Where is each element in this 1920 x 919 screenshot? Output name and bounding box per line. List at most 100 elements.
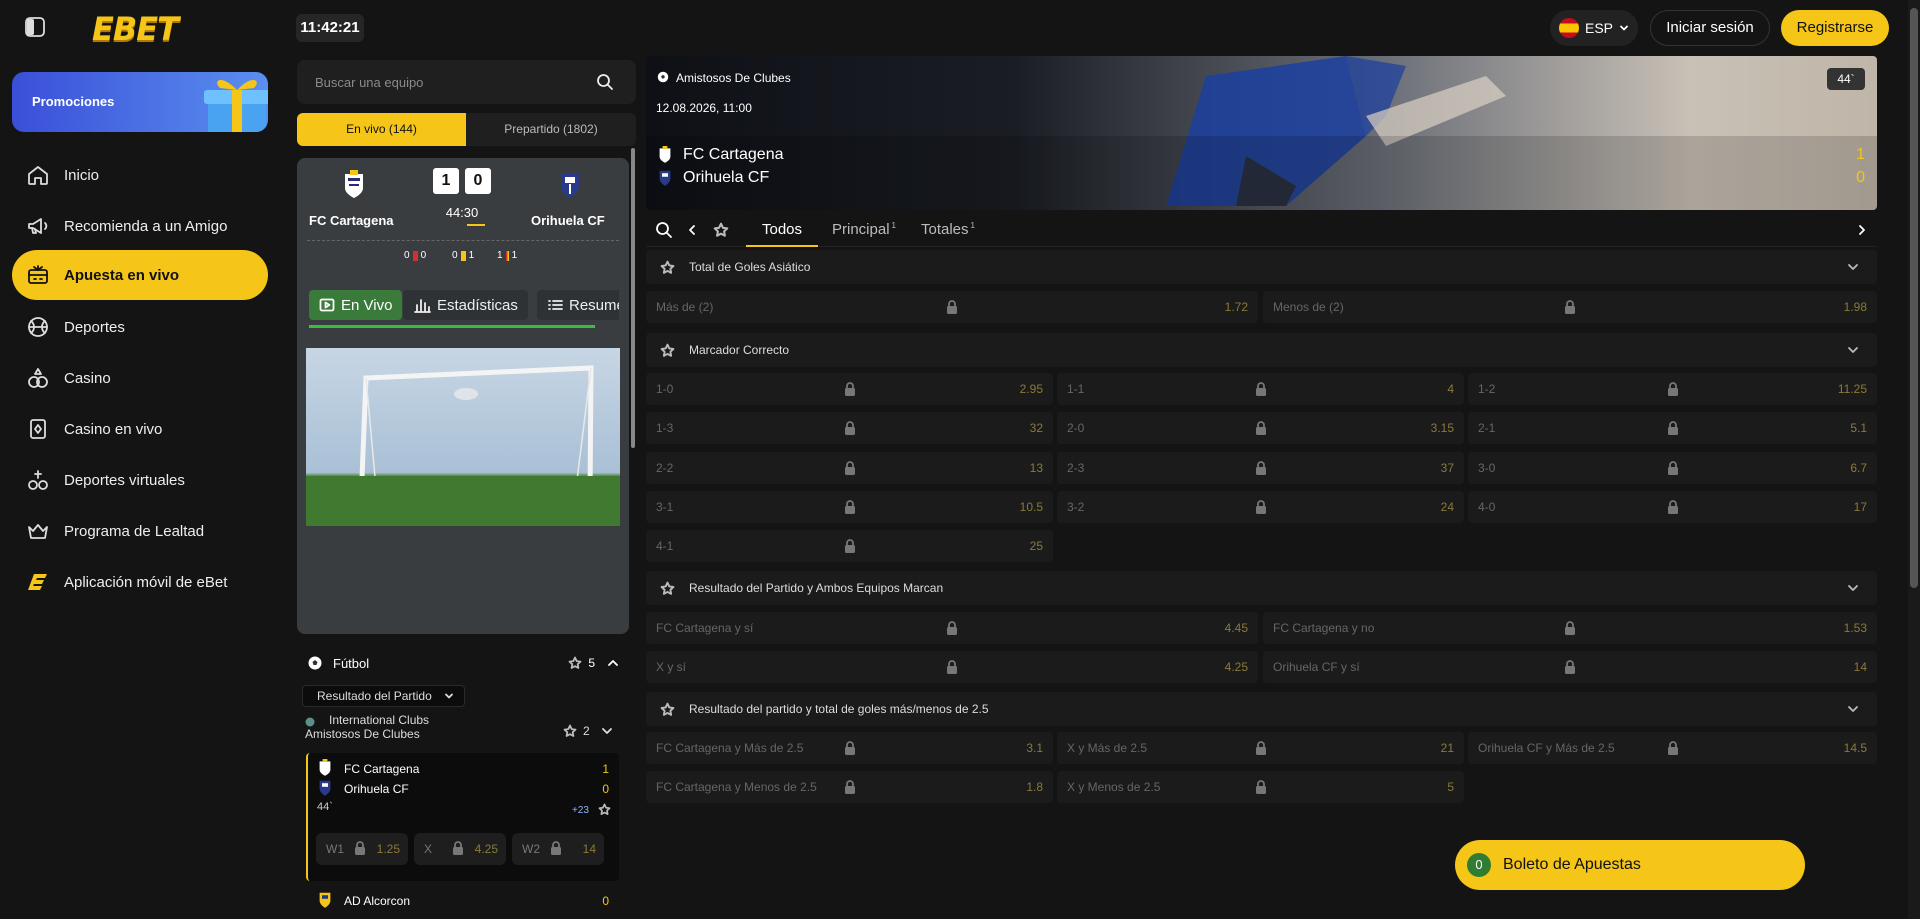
more-markets-count[interactable]: +23: [572, 805, 589, 816]
star-icon[interactable]: [660, 343, 675, 358]
register-button[interactable]: Registrarse: [1781, 10, 1889, 46]
sport-header-futbol[interactable]: Fútbol 5: [297, 648, 629, 678]
market-dropdown[interactable]: Resultado del Partido: [302, 685, 465, 707]
odd-button-x[interactable]: X 4.25: [414, 833, 506, 865]
odd-button-w2[interactable]: W2 14: [512, 833, 604, 865]
search-icon[interactable]: [596, 73, 614, 91]
language-label: ESP: [1584, 20, 1613, 36]
odd-cell[interactable]: X y Más de 2.5 21: [1057, 732, 1464, 764]
odd-label: FC Cartagena y Más de 2.5: [656, 741, 804, 755]
odd-cell[interactable]: 2-0 3.15: [1057, 412, 1464, 444]
ebet-logo[interactable]: EBET: [92, 10, 179, 48]
away-yellow: 1: [468, 250, 475, 261]
event-card[interactable]: FC Cartagena 1 Orihuela CF 0 44` +23 W1 …: [306, 753, 619, 881]
spain-flag-icon: [1558, 18, 1579, 38]
football-player-graphic: [646, 56, 1877, 210]
tab-todos[interactable]: Todos: [746, 221, 819, 247]
odd-cell[interactable]: 4-1 25: [646, 530, 1053, 562]
odd-cell[interactable]: Orihuela CF y sí 14: [1263, 651, 1877, 683]
odd-label: X y Menos de 2.5: [1067, 780, 1161, 794]
market-header-total-goles-asiatico[interactable]: Total de Goles Asiático: [646, 250, 1877, 284]
star-icon[interactable]: [660, 260, 675, 275]
odd-cell[interactable]: 2-1 5.1: [1468, 412, 1877, 444]
odd-cell[interactable]: FC Cartagena y Menos de 2.5 1.8: [646, 771, 1053, 803]
sidebar-item-casino-en-vivo[interactable]: Casino en vivo: [12, 404, 268, 454]
odd-cell[interactable]: 4-0 17: [1468, 491, 1877, 523]
betslip-button[interactable]: 0 Boleto de Apuestas: [1455, 840, 1805, 890]
next-event-row[interactable]: AD Alcorcon 0: [306, 888, 619, 912]
tab-estadisticas[interactable]: Estadísticas: [403, 290, 528, 320]
chevron-down-icon: [1848, 264, 1858, 270]
sidebar-item-deportes[interactable]: Deportes: [12, 302, 268, 352]
ad-alcorcon-crest-icon: [319, 892, 331, 908]
star-icon[interactable]: [713, 222, 729, 238]
tab-totales[interactable]: Totales 1: [921, 221, 975, 238]
odd-cell[interactable]: 3-2 24: [1057, 491, 1464, 523]
odd-value: 5.1: [1850, 421, 1867, 435]
odd-cell[interactable]: 1-0 2.95: [646, 373, 1053, 405]
odd-cell[interactable]: 1-1 4: [1057, 373, 1464, 405]
star-icon[interactable]: [660, 702, 675, 717]
search-icon[interactable]: [655, 221, 673, 239]
promotions-banner[interactable]: Promociones: [12, 72, 268, 132]
page-scrollbar[interactable]: [1908, 0, 1920, 919]
sidebar-item-deportes-virtuales[interactable]: Deportes virtuales: [12, 455, 268, 505]
lock-icon: [1253, 460, 1269, 476]
sidebar-item-recomienda[interactable]: Recomienda a un Amigo: [12, 201, 268, 251]
page-scrollbar-thumb[interactable]: [1910, 8, 1918, 588]
odd-cell[interactable]: Menos de (2) 1.98: [1263, 291, 1877, 323]
odd-cell[interactable]: X y sí 4.25: [646, 651, 1258, 683]
odd-cell[interactable]: 2-2 13: [646, 452, 1053, 484]
odd-label: 4-1: [656, 539, 674, 553]
star-icon[interactable]: [563, 724, 577, 738]
odd-cell[interactable]: X y Menos de 2.5 5: [1057, 771, 1464, 803]
card-scrollbar[interactable]: [631, 148, 635, 448]
live-match-view[interactable]: [306, 348, 620, 526]
odd-cell[interactable]: FC Cartagena y Más de 2.5 3.1: [646, 732, 1053, 764]
login-button[interactable]: Iniciar sesión: [1650, 10, 1770, 46]
odd-cell[interactable]: 2-3 37: [1057, 452, 1464, 484]
chevron-left-icon[interactable]: [686, 224, 698, 236]
odd-cell[interactable]: FC Cartagena y sí 4.45: [646, 612, 1258, 644]
odd-cell[interactable]: 3-1 10.5: [646, 491, 1053, 523]
tab-live[interactable]: En vivo (144): [297, 113, 466, 146]
odd-cell[interactable]: Más de (2) 1.72: [646, 291, 1258, 323]
tab-principal[interactable]: Principal 1: [832, 221, 896, 238]
star-icon[interactable]: [598, 803, 611, 816]
tab-live-count: (144): [388, 122, 417, 136]
sidebar-item-inicio[interactable]: Inicio: [12, 150, 268, 200]
chevron-right-icon[interactable]: [1856, 224, 1868, 236]
sidebar-item-aplicacion-movil[interactable]: Aplicación móvil de eBet: [12, 557, 268, 607]
market-header-resultado-ambos-marcan[interactable]: Resultado del Partido y Ambos Equipos Ma…: [646, 571, 1877, 605]
odd-cell[interactable]: 3-0 6.7: [1468, 452, 1877, 484]
chevron-down-icon[interactable]: [601, 725, 613, 737]
odd-cell[interactable]: FC Cartagena y no 1.53: [1263, 612, 1877, 644]
tab-prematch[interactable]: Prepartido (1802): [466, 113, 636, 146]
market-header-resultado-total-goles[interactable]: Resultado del partido y total de goles m…: [646, 692, 1877, 726]
sidebar-item-casino[interactable]: Casino: [12, 353, 268, 403]
odd-button-w1[interactable]: W1 1.25: [316, 833, 408, 865]
odd-value: 1.53: [1843, 621, 1867, 635]
odd-value: 6.7: [1850, 461, 1867, 475]
lock-icon: [1665, 740, 1681, 756]
tab-en-vivo[interactable]: En Vivo: [309, 290, 403, 320]
lock-icon: [842, 499, 858, 515]
tab-totales-label: Totales: [921, 221, 969, 238]
odd-cell[interactable]: 1-3 32: [646, 412, 1053, 444]
featured-match-card[interactable]: FC Cartagena 1 0 44:30 Orihuela CF 00 01…: [297, 158, 629, 634]
odd-cell[interactable]: 1-2 11.25: [1468, 373, 1877, 405]
chevron-up-icon[interactable]: [607, 657, 619, 669]
home-yellow: 0: [452, 250, 458, 261]
sidebar-item-apuesta-en-vivo[interactable]: Apuesta en vivo: [12, 250, 268, 300]
market-header-marcador-correcto[interactable]: Marcador Correcto: [646, 333, 1877, 367]
language-selector[interactable]: ESP: [1550, 10, 1638, 46]
star-icon[interactable]: [568, 656, 582, 670]
league-row[interactable]: International Clubs Amistosos De Clubes …: [305, 712, 629, 746]
odd-cell[interactable]: Orihuela CF y Más de 2.5 14.5: [1468, 732, 1877, 764]
star-icon[interactable]: [660, 581, 675, 596]
search-input[interactable]: [297, 60, 587, 104]
tab-resumen[interactable]: Resumen: [537, 290, 619, 320]
market-title: Resultado del Partido y Ambos Equipos Ma…: [689, 581, 944, 595]
sidebar-item-programa-de-lealtad[interactable]: Programa de Lealtad: [12, 506, 268, 556]
sidebar-toggle-icon[interactable]: [24, 16, 46, 38]
